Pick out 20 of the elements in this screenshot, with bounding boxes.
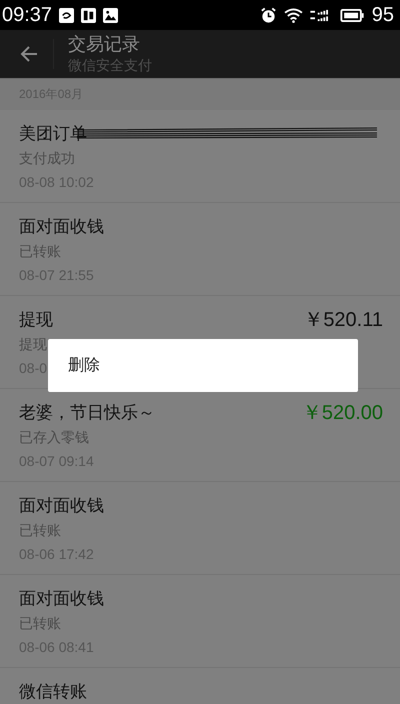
transaction-title: 面对面收钱 xyxy=(19,216,104,239)
battery-level: 95 xyxy=(372,4,394,26)
image-icon xyxy=(103,8,118,22)
menu-item[interactable]: 删除 xyxy=(48,339,358,392)
transaction-amount: ￥520.00 xyxy=(302,401,383,426)
transaction-amount: ￥520.11 xyxy=(303,308,383,333)
transaction-title: 提现 xyxy=(19,309,53,332)
transaction-title: 老婆，节日快乐～ xyxy=(19,402,155,425)
transaction-title: 面对面收钱 xyxy=(19,588,104,611)
notification-icon xyxy=(59,8,74,22)
notification-icon xyxy=(81,8,96,22)
transaction-row[interactable]: 微信转账 xyxy=(0,668,400,704)
alarm-icon xyxy=(260,6,277,24)
status-time: 09:37 xyxy=(2,4,52,26)
back-button[interactable] xyxy=(19,44,39,64)
battery-icon xyxy=(340,8,365,22)
page-title: 交易记录 xyxy=(68,33,141,57)
transaction-title: 面对面收钱 xyxy=(19,495,104,518)
wifi-icon xyxy=(284,8,303,22)
transaction-title: 微信转账 xyxy=(19,681,87,704)
